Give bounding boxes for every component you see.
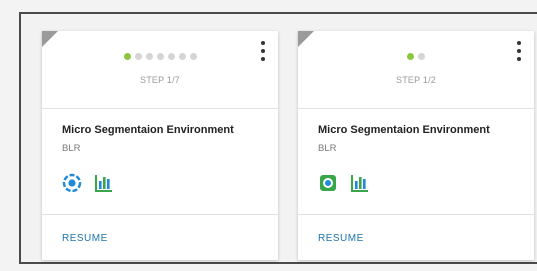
corner-flag-icon xyxy=(298,31,314,47)
step-dot-pending xyxy=(134,53,142,60)
environment-card-2[interactable]: STEP 1/2 Micro Segmentaion Environment B… xyxy=(298,31,534,260)
divider xyxy=(298,214,534,215)
step-dot-pending xyxy=(167,53,175,60)
corner-flag-icon xyxy=(42,31,58,47)
environment-title: Micro Segmentaion Environment xyxy=(62,124,234,136)
target-square-icon[interactable] xyxy=(318,173,338,193)
bar-chart-icon[interactable] xyxy=(94,173,114,193)
environment-location: BLR xyxy=(62,143,81,154)
step-dot-complete xyxy=(407,53,414,60)
step-progress-dots xyxy=(298,53,534,60)
environment-card-1[interactable]: STEP 1/7 Micro Segmentaion Environment B… xyxy=(42,31,278,260)
environment-title: Micro Segmentaion Environment xyxy=(318,124,490,136)
step-dot-complete xyxy=(123,53,131,60)
card-icons xyxy=(62,173,114,193)
step-dot-pending xyxy=(145,53,153,60)
divider xyxy=(42,214,278,215)
step-label: STEP 1/2 xyxy=(396,75,436,85)
step-dot-pending xyxy=(418,53,425,60)
divider xyxy=(42,108,278,109)
target-ring-icon[interactable] xyxy=(62,173,82,193)
environment-location: BLR xyxy=(318,143,337,154)
bar-chart-icon[interactable] xyxy=(350,173,370,193)
resume-button[interactable]: RESUME xyxy=(62,233,108,244)
kebab-dot xyxy=(261,41,265,45)
card-icons xyxy=(318,173,370,193)
step-progress-dots xyxy=(42,53,278,60)
divider xyxy=(298,108,534,109)
resume-button[interactable]: RESUME xyxy=(318,233,364,244)
step-dot-pending xyxy=(178,53,186,60)
step-dot-pending xyxy=(189,53,197,60)
kebab-dot xyxy=(517,41,521,45)
step-dot-pending xyxy=(156,53,164,60)
step-label: STEP 1/7 xyxy=(140,75,180,85)
